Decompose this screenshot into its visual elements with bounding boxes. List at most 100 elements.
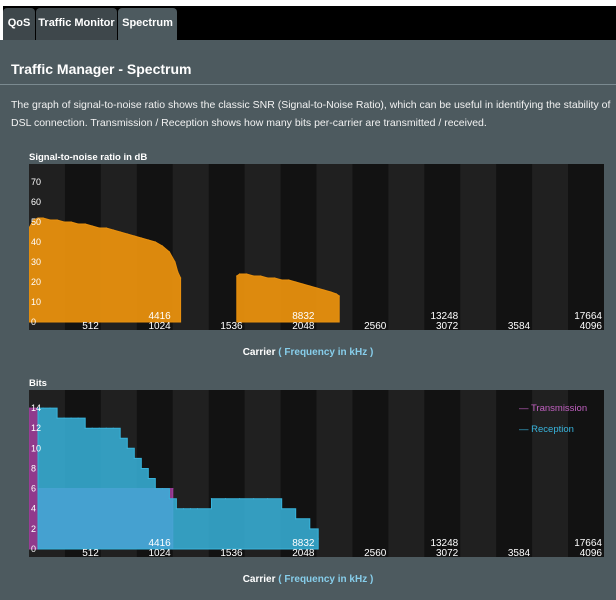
- y-tick-label: 8: [31, 463, 36, 473]
- data-point: [56, 219, 58, 221]
- data-point: [316, 287, 318, 289]
- data-point: [56, 417, 58, 419]
- x-tick-label: 3072: [436, 321, 459, 330]
- gridline-band: [532, 164, 569, 330]
- x-tick-label: 512: [82, 321, 99, 330]
- y-tick-label: 0: [31, 544, 36, 554]
- frequency-tick-label: 4416: [149, 538, 172, 549]
- tab-spectrum[interactable]: Spectrum: [118, 8, 177, 40]
- data-point: [154, 488, 156, 490]
- data-point: [168, 498, 170, 500]
- data-point: [309, 528, 311, 530]
- data-point: [119, 437, 121, 439]
- data-point: [49, 219, 51, 221]
- gridline-band: [460, 164, 497, 330]
- bits-caption-frequency: ( Frequency in kHz ): [278, 574, 374, 585]
- frequency-tick-label: 17664: [574, 538, 602, 549]
- data-point: [133, 457, 135, 459]
- data-point: [119, 231, 121, 233]
- data-point: [112, 427, 114, 429]
- data-point: [77, 223, 79, 225]
- bits-chart-svg: 0 2 4 6 8 10 12 14 512 1024 1536 2048 2560 3072 3584 40…: [29, 390, 603, 557]
- tab-traffic-monitor[interactable]: Traffic Monitor: [36, 8, 117, 40]
- frequency-tick-label: 13248: [430, 538, 458, 549]
- data-point: [105, 227, 107, 229]
- data-point: [84, 223, 86, 225]
- data-point: [140, 467, 142, 470]
- data-point: [63, 221, 65, 223]
- data-point: [84, 427, 86, 429]
- data-point: [330, 291, 332, 293]
- snr-caption-frequency: ( Frequency in kHz ): [278, 347, 374, 358]
- data-point: [238, 498, 241, 500]
- data-point: [309, 285, 311, 287]
- data-point: [267, 277, 269, 279]
- bits-chart: 0 2 4 6 8 10 12 14 512 1024 1536 2048 2560 3072 3584 40…: [29, 390, 604, 557]
- data-point: [335, 293, 338, 295]
- data-point: [180, 277, 182, 279]
- y-tick-label: 6: [31, 484, 36, 494]
- data-point: [274, 277, 276, 279]
- x-tick-label: 3584: [508, 321, 531, 330]
- data-point: [338, 295, 340, 297]
- data-point: [126, 447, 128, 449]
- data-point: [236, 275, 238, 277]
- data-point: [196, 508, 199, 510]
- data-point: [288, 279, 290, 281]
- data-point: [42, 407, 44, 409]
- frequency-tick-label: 13248: [430, 311, 458, 322]
- data-point: [177, 271, 179, 273]
- legend-transmission: — Transmission: [519, 403, 588, 414]
- x-tick-label: 512: [82, 548, 99, 557]
- data-point: [147, 239, 149, 241]
- y-tick-label: 14: [31, 403, 41, 413]
- gridline-band: [532, 390, 569, 557]
- data-point: [260, 275, 262, 277]
- data-point: [98, 227, 100, 229]
- bits-caption-carrier: Carrier: [242, 574, 276, 585]
- data-point: [168, 251, 170, 253]
- data-point: [253, 275, 255, 277]
- bits-chart-caption: Carrier ( Frequency in kHz ): [0, 574, 616, 585]
- gridline-band: [388, 164, 425, 330]
- x-tick-label: 4096: [580, 321, 603, 330]
- data-point: [174, 261, 176, 263]
- y-tick-label: 10: [31, 297, 41, 307]
- data-point: [161, 245, 163, 247]
- data-point: [172, 488, 174, 490]
- x-tick-label: 3584: [508, 548, 531, 557]
- data-point: [70, 221, 72, 223]
- series-area-band-1: [29, 217, 182, 323]
- y-tick-label: 4: [31, 504, 36, 514]
- y-tick-label: 70: [31, 177, 41, 187]
- bits-chart-title: Bits: [29, 378, 47, 389]
- data-point: [133, 235, 135, 237]
- gridline-band: [460, 390, 497, 557]
- data-point: [126, 233, 128, 235]
- snr-chart-caption: Carrier ( Frequency in kHz ): [0, 347, 616, 358]
- legend-reception-label: Reception: [531, 424, 574, 435]
- data-point: [91, 427, 93, 429]
- tab-qos[interactable]: QoS: [3, 8, 35, 40]
- frequency-tick-label: 4416: [149, 311, 172, 322]
- x-tick-label: 2560: [364, 548, 387, 557]
- snr-caption-carrier: Carrier: [242, 347, 276, 358]
- data-point: [91, 225, 93, 227]
- data-point: [70, 417, 72, 419]
- data-point: [63, 417, 65, 419]
- data-point: [189, 508, 192, 510]
- data-point: [295, 281, 297, 283]
- data-point: [302, 283, 304, 285]
- data-point: [112, 229, 114, 231]
- x-tick-label: 4096: [580, 548, 603, 557]
- y-tick-label: 20: [31, 277, 41, 287]
- frequency-tick-label: 17664: [574, 311, 602, 322]
- data-point: [77, 417, 79, 419]
- y-tick-label: 12: [31, 423, 41, 433]
- data-point: [295, 518, 297, 520]
- data-point: [154, 241, 156, 243]
- data-point: [323, 289, 325, 291]
- data-point: [224, 498, 227, 500]
- data-point: [140, 237, 142, 239]
- data-point: [238, 273, 241, 275]
